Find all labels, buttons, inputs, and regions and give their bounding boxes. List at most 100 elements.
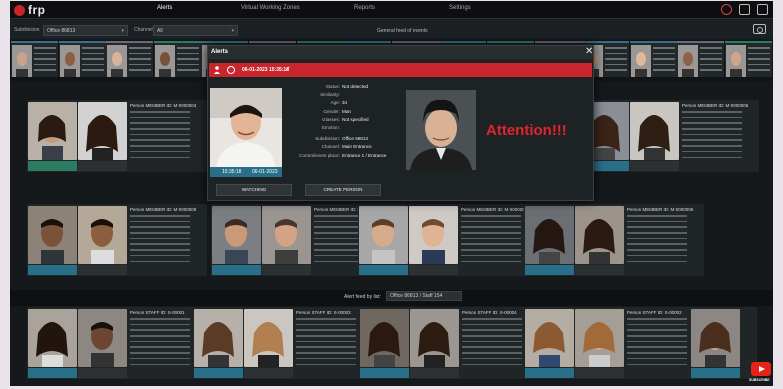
close-icon[interactable]: ✕ [585, 47, 593, 57]
face-photo [678, 45, 699, 77]
youtube-icon[interactable] [751, 362, 771, 376]
detail-key: Emotion: [321, 124, 340, 130]
check-icon: ✓ [285, 66, 291, 73]
detail-value: Man [342, 108, 351, 114]
detail-key: Status: [325, 84, 340, 89]
event-thumbnail[interactable] [58, 41, 106, 77]
face-photo [410, 309, 459, 367]
mail-icon[interactable] [739, 4, 750, 15]
id-label [244, 368, 293, 378]
id-label [262, 265, 311, 275]
detail-key: Similarity: [320, 92, 340, 98]
detail-value: Entrance 1 / Entrance [342, 152, 387, 158]
logo[interactable]: frp [14, 3, 46, 17]
timestamp [212, 265, 261, 275]
alert-card[interactable]: Person MEMBER ID: M-0000008 [358, 204, 538, 276]
detail-key: Glasses: [322, 116, 340, 122]
alert-card[interactable]: Person STAFF ID: S-00002 [524, 307, 704, 379]
face-photo [630, 102, 679, 160]
face-photo [359, 206, 408, 264]
alert-row-2: Person MEMBER ID: M-0000009 Person MEMBE… [27, 204, 757, 276]
alert-feed-filter-bar: Alert feed by list: Office 86813 / Staff… [10, 290, 773, 306]
alert-card[interactable]: Person STAFF ID: S-00001 [27, 307, 207, 379]
face-photo [262, 206, 311, 264]
captured-face-photo [210, 88, 282, 168]
alert-card[interactable]: Person MEMBER ID: M-0000004 [27, 100, 207, 172]
id-label [78, 368, 127, 378]
channel-label: Channel [134, 27, 153, 33]
record-icon[interactable] [721, 4, 732, 15]
face-photo [212, 206, 261, 264]
alert-card[interactable]: Person STAFF ID: S-00003 [193, 307, 373, 379]
alert-bar: 06-01-2023 15:35:18 ✓ [209, 63, 592, 77]
camera-icon[interactable] [753, 24, 766, 34]
modal-header: Alerts ✕ [208, 46, 593, 59]
tab-settings[interactable]: Settings [449, 5, 471, 11]
channel-value: All [157, 28, 163, 34]
event-thumbnail[interactable] [677, 41, 725, 77]
id-label [575, 368, 624, 378]
face-photo [575, 309, 624, 367]
id-label [409, 265, 458, 275]
alert-card[interactable]: Person MEMBER ID: M-0000006 [579, 100, 759, 172]
face-photo [194, 309, 243, 367]
detail-row: Emotion: [286, 125, 398, 133]
tab-reports[interactable]: Reports [354, 5, 375, 11]
face-photo [409, 206, 458, 264]
detail-value: Office 86813 [342, 136, 368, 142]
event-thumbnail[interactable] [725, 41, 772, 77]
person-info: Person MEMBER ID: M-0000006 [682, 103, 757, 162]
face-photo [360, 309, 409, 367]
logo-icon [14, 4, 25, 16]
face-photo [575, 206, 624, 264]
detail-value: Not specified [342, 116, 369, 122]
alert-card[interactable]: Person STAFF ID: S-00004 [359, 307, 539, 379]
create-person-button[interactable]: CREATE PERSON [305, 184, 381, 196]
channel-select[interactable]: All ▾ [153, 25, 238, 36]
watching-button[interactable]: WATCHING [216, 184, 292, 196]
tab-virtual-working-zones[interactable]: Virtual Working Zones [241, 5, 300, 11]
timestamp [525, 265, 574, 275]
detail-value: 34 [342, 100, 348, 106]
face-photo [726, 45, 746, 77]
timestamp [28, 161, 77, 171]
subdivision-label: Subdivision [14, 27, 40, 33]
user-icon [214, 66, 220, 74]
event-thumbnail[interactable] [106, 41, 154, 77]
detail-key: Age: [330, 100, 340, 106]
person-info: Person MEMBER ID: M-0000009 [130, 207, 205, 266]
capture-time: 15:35:18 [222, 169, 242, 175]
subscribe-label[interactable]: SUBSCRIBE [749, 378, 770, 382]
chevron-down-icon: ▾ [121, 28, 124, 34]
detail-row: Similarity: [286, 92, 398, 100]
detail-row: Age: 34 [286, 100, 398, 108]
timestamp [359, 265, 408, 275]
id-label [410, 368, 459, 378]
window-icon[interactable] [757, 4, 768, 15]
alert-card[interactable]: Person MEMBER ID: M-0000009 [27, 204, 207, 276]
timestamp [28, 265, 77, 275]
alert-card[interactable] [690, 307, 757, 379]
event-thumbnail[interactable] [11, 41, 58, 77]
face-photo [78, 102, 127, 160]
subdivision-select[interactable]: Office 86813 ▾ [43, 25, 128, 36]
person-header: Person MEMBER ID: M-0000004 [130, 103, 197, 108]
timestamp [525, 368, 574, 378]
alert-card[interactable]: Person MEMBER ID: M-0000006 [524, 204, 704, 276]
id-label [78, 265, 127, 275]
tab-alerts[interactable]: Alerts [157, 5, 172, 11]
event-thumbnail[interactable] [153, 41, 201, 77]
face-photo [244, 309, 293, 367]
detail-key: Gender: [323, 108, 340, 114]
chevron-down-icon: ▾ [231, 28, 234, 34]
person-header: Person MEMBER ID: M-0000006 [682, 103, 749, 108]
detail-row: Channel: Main Entrance [286, 144, 398, 152]
detail-row: Subdivision: Office 86813 [286, 136, 398, 144]
event-thumbnail[interactable] [629, 41, 677, 77]
face-photo [525, 206, 574, 264]
clock-icon [227, 65, 235, 74]
face-photo [59, 45, 80, 77]
person-info: Person MEMBER ID: M-0000006 [627, 207, 702, 266]
app-window: frp Alerts Virtual Working Zones Reports… [10, 1, 773, 386]
alert-feed-select[interactable]: Office 86813 / Staff 154 [386, 291, 462, 301]
